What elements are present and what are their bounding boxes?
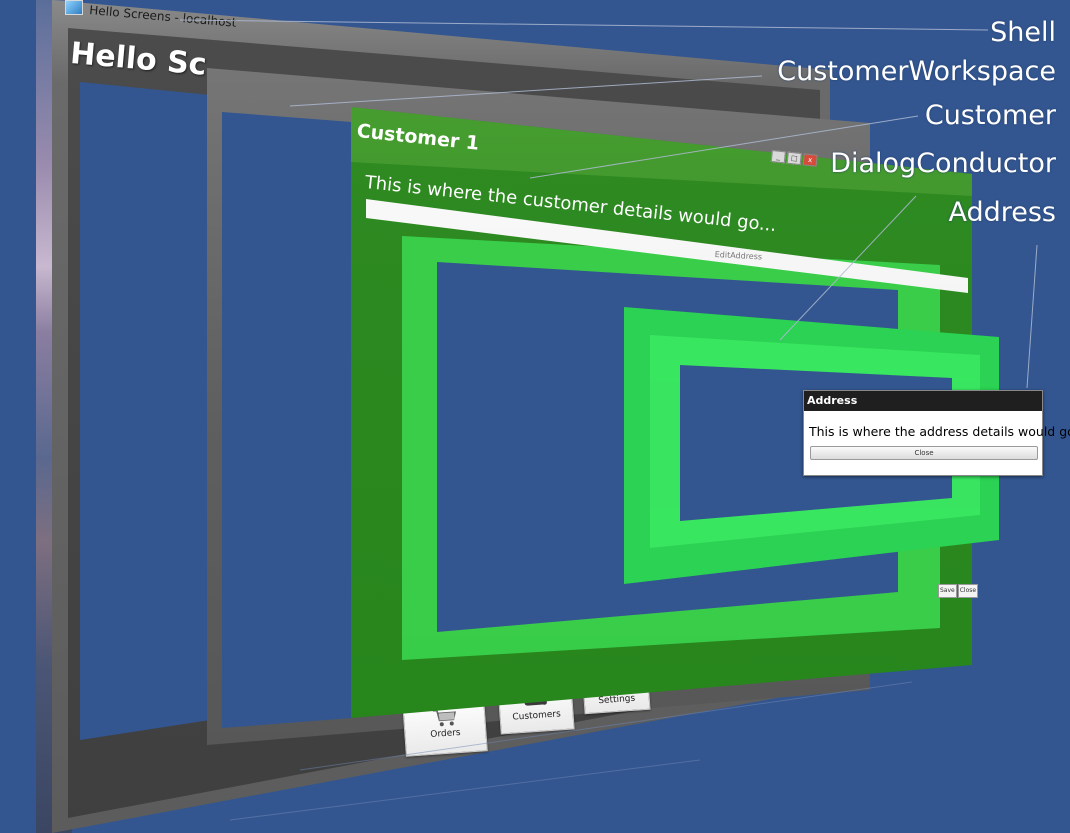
customer-actions: Save Close: [938, 584, 979, 598]
close-window-button[interactable]: x: [802, 153, 818, 167]
label-customer: Customer: [924, 100, 1056, 131]
close-button[interactable]: Close: [957, 584, 979, 598]
address-title: Address: [804, 391, 1042, 411]
tab-customers-label: Customers: [512, 709, 562, 723]
leader-address: [1026, 244, 1038, 389]
label-shell: Shell: [990, 17, 1056, 48]
address-window: Address This is where the address detail…: [803, 390, 1070, 476]
app-icon: [65, 0, 83, 15]
label-address: Address: [948, 197, 1056, 228]
address-close-button[interactable]: Close: [810, 446, 1038, 460]
tab-orders-label: Orders: [430, 727, 461, 741]
minimize-button[interactable]: _: [770, 150, 786, 164]
label-customer-workspace: CustomerWorkspace: [777, 56, 1056, 87]
label-dialog-conductor: DialogConductor: [830, 148, 1056, 179]
save-button[interactable]: Save: [938, 584, 957, 598]
maximize-button[interactable]: □: [786, 151, 802, 166]
address-details-text: This is where the address details would …: [809, 424, 1070, 439]
